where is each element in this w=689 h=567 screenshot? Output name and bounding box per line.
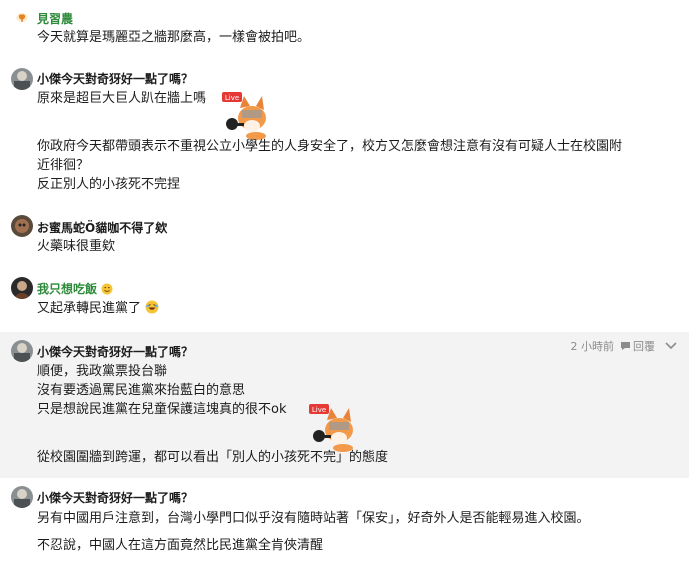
- comment-text-line: 又起承轉民進黨了: [37, 300, 159, 320]
- comment-text-line: 另有中國用戶注意到，台灣小學門口似乎沒有隨時站著「保安」，好奇外人是否能輕易進入…: [37, 511, 590, 526]
- comment-4: 我只想吃飯 又起承轉民進黨了: [0, 272, 689, 332]
- reply-button[interactable]: 回覆: [620, 338, 655, 354]
- avatar[interactable]: [11, 215, 33, 237]
- avatar[interactable]: [11, 68, 33, 90]
- comment-3: お蜜馬蛇Ö貓咖不得了欸 火藥味很重欸: [0, 210, 689, 272]
- comment-5: 小傑今天對奇犽好一點了嗎？ 2 小時前 回覆 順便，我政黨票投台聯 沒有要透過罵…: [0, 332, 689, 478]
- fox-sticker-icon: Live: [222, 92, 266, 140]
- comment-text-line: 今天就算是瑪麗亞之牆那麼高，一樣會被拍吧。: [37, 30, 311, 45]
- comment-text-line: 近徘徊？: [37, 158, 90, 173]
- comment-1: 見習農 今天就算是瑪麗亞之牆那麼高，一樣會被拍吧。: [0, 0, 689, 60]
- comment-meta: 2 小時前 回覆: [571, 338, 678, 354]
- comment-text-line: 你政府今天都帶頭表示不重視公立小學生的人身安全了，校方又怎麼會想注意有沒有可疑人…: [37, 139, 623, 154]
- smile-emoji-icon: [101, 283, 113, 298]
- sticker-badge-label: Live: [312, 406, 326, 414]
- comment-text: 又起承轉民進黨了: [37, 301, 142, 316]
- commenter-name[interactable]: 小傑今天對奇犽好一點了嗎？: [37, 70, 193, 87]
- comment-text-line: 順便，我政黨票投台聯: [37, 364, 168, 379]
- sprout-avatar-icon[interactable]: [16, 10, 28, 22]
- comment-text-line: 反正別人的小孩死不完捏: [37, 177, 181, 192]
- commenter-name[interactable]: 小傑今天對奇犽好一點了嗎？: [37, 489, 193, 506]
- sticker-badge-label: Live: [225, 94, 239, 102]
- commenter-name-text[interactable]: 我只想吃飯: [37, 282, 97, 296]
- avatar[interactable]: [11, 277, 33, 299]
- commenter-name[interactable]: 見習農: [37, 10, 73, 27]
- comment-text-line: 只是想說民進黨在兒童保護這塊真的很不ok: [37, 402, 287, 417]
- comment-2: 小傑今天對奇犽好一點了嗎？ 原來是超巨大巨人趴在牆上嗎 Live 你政府今天都帶…: [0, 60, 689, 210]
- avatar[interactable]: [11, 486, 33, 508]
- reply-bubble-icon: [621, 342, 630, 350]
- commenter-name[interactable]: 小傑今天對奇犽好一點了嗎？: [37, 343, 193, 360]
- comment-text-line: 從校園圍牆到跨運，都可以看出「別人的小孩死不完」的態度: [37, 450, 389, 465]
- laugh-emoji-icon: [145, 300, 159, 320]
- comment-text-line: 不忍說，中國人在這方面竟然比民進黨全肯俠清醒: [37, 538, 324, 553]
- avatar[interactable]: [11, 340, 33, 362]
- commenter-name[interactable]: 我只想吃飯: [37, 280, 113, 298]
- commenter-name[interactable]: お蜜馬蛇Ö貓咖不得了欸: [37, 219, 167, 236]
- reply-label[interactable]: 回覆: [633, 338, 655, 354]
- comment-text-line: 火藥味很重欸: [37, 239, 116, 254]
- comment-6: 小傑今天對奇犽好一點了嗎？ 另有中國用戶注意到，台灣小學門口似乎沒有隨時站著「保…: [0, 478, 689, 567]
- timestamp: 2 小時前: [570, 340, 615, 353]
- comment-text-line: 原來是超巨大巨人趴在牆上嗎: [37, 91, 207, 106]
- chevron-down-icon[interactable]: [665, 342, 677, 350]
- comment-text-line: 沒有要透過罵民進黨來抬藍白的意思: [37, 383, 246, 398]
- fox-sticker-icon: Live: [309, 404, 353, 452]
